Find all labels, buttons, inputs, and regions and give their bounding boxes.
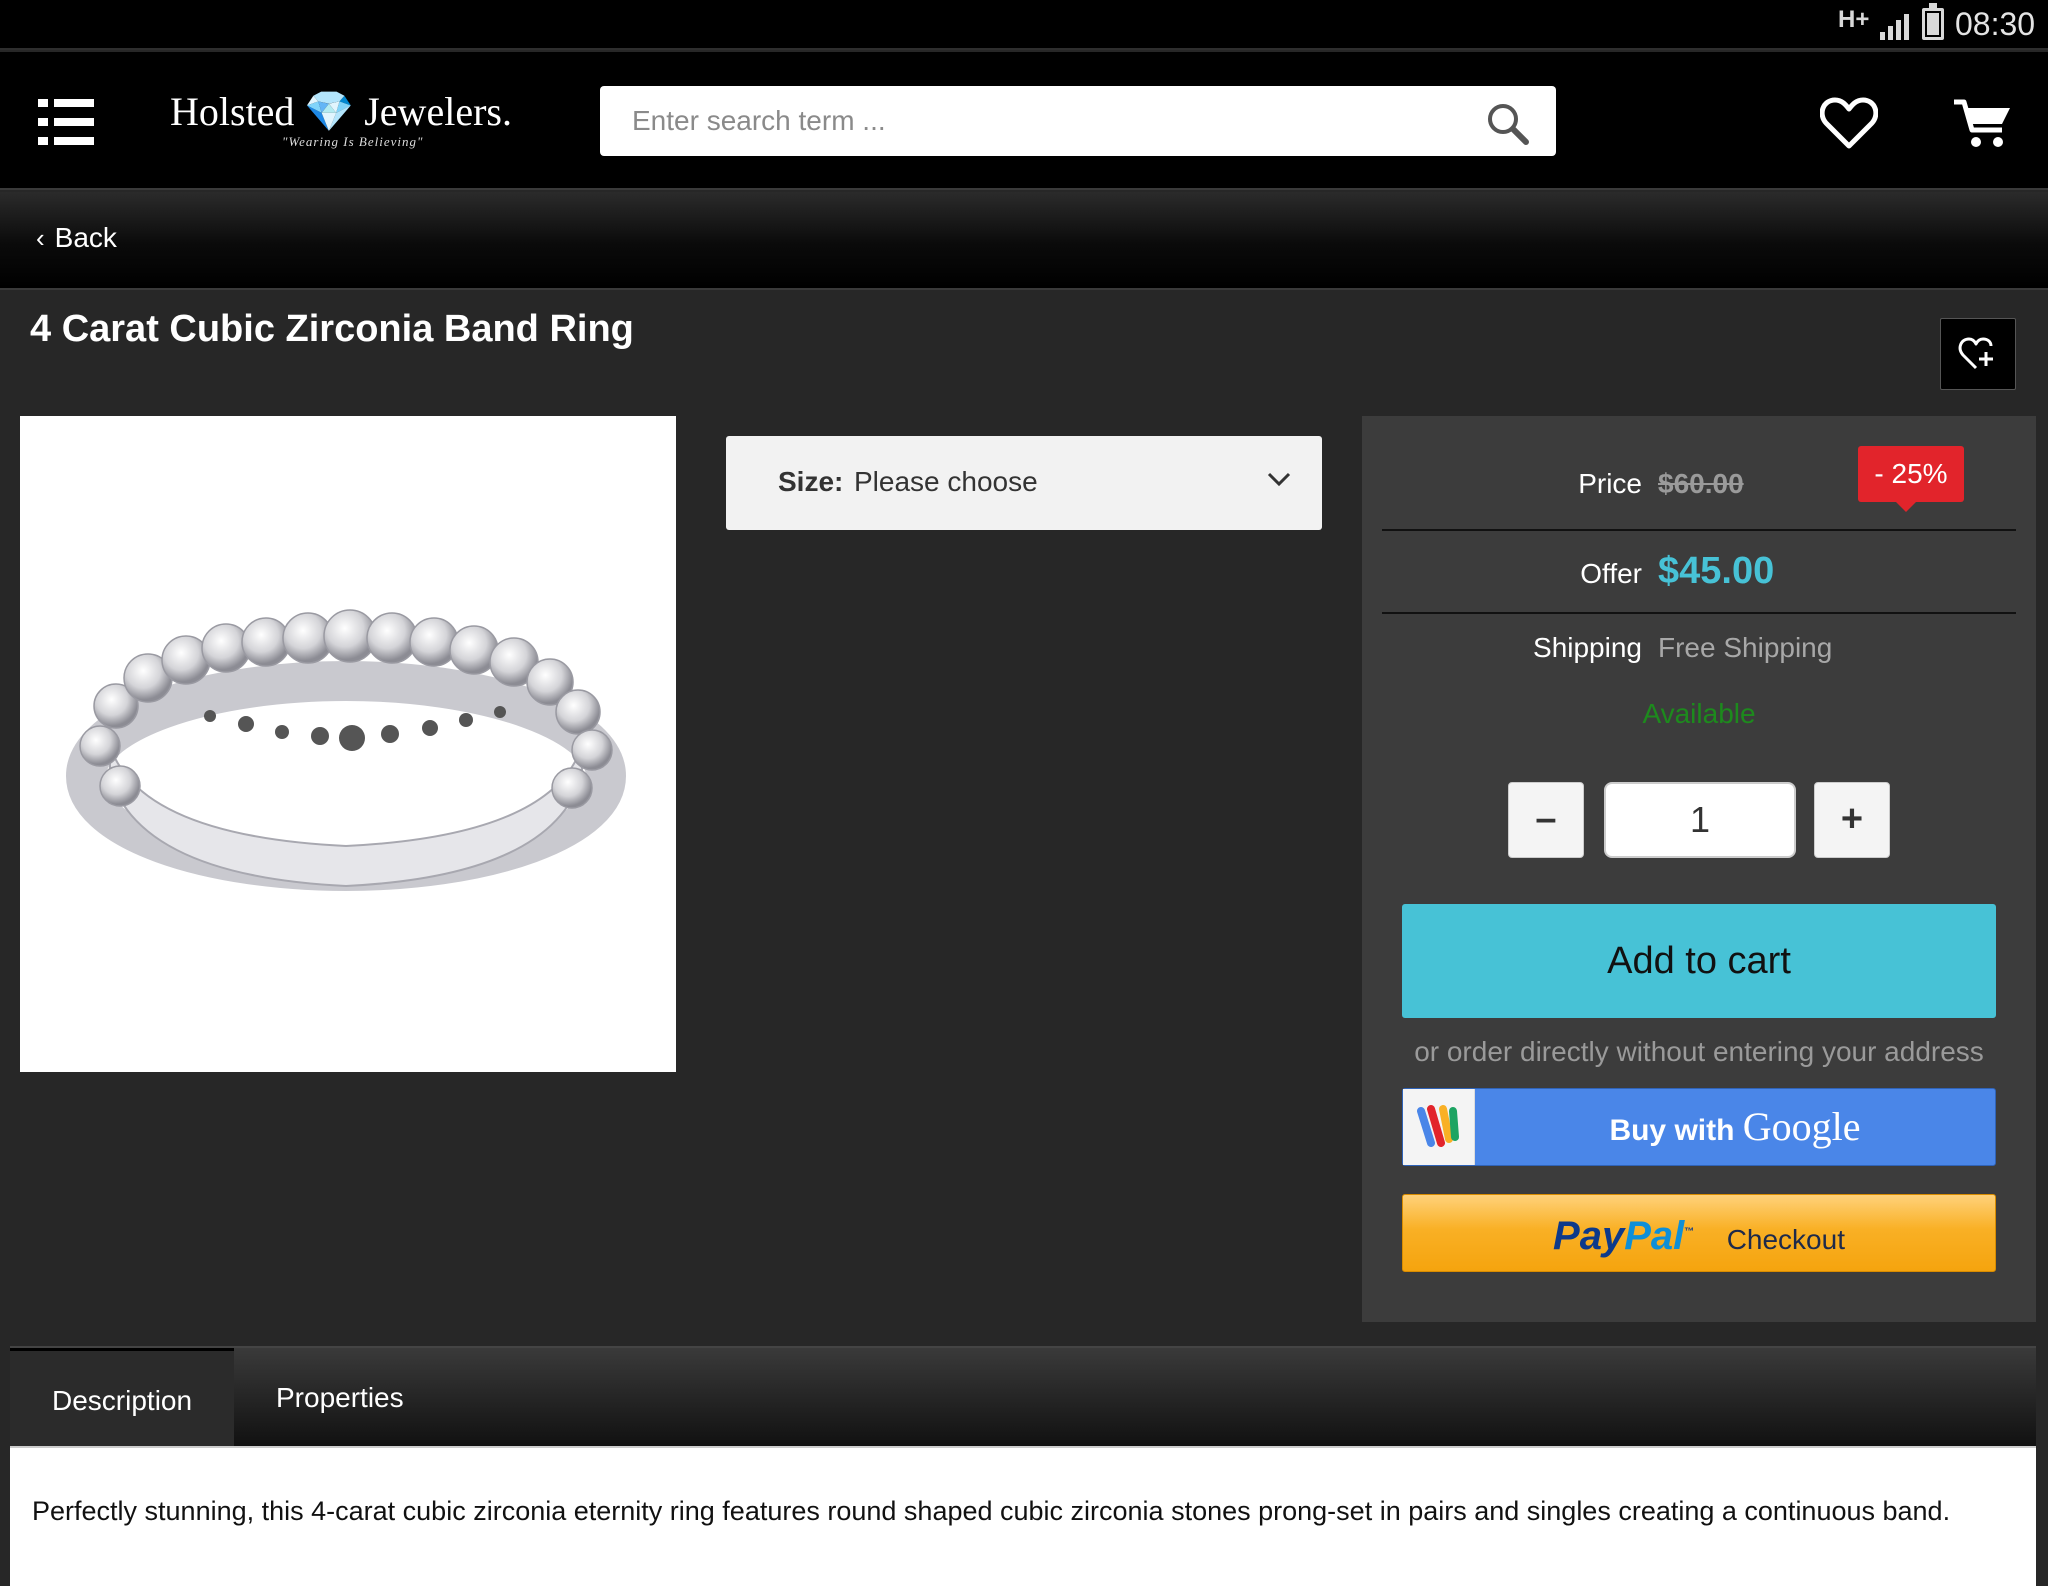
chevron-down-icon [1267,472,1291,487]
product-image[interactable] [20,416,676,1072]
menu-icon[interactable] [38,99,94,145]
paypal-checkout-label: Checkout [1726,1224,1845,1256]
availability-status: Available [1642,698,1756,729]
paypal-logo-pay: Pay [1553,1214,1625,1259]
divider [1382,612,2016,614]
price-label: Price [1578,468,1642,499]
chevron-left-icon: ‹ [36,222,45,253]
app-header: Holsted 💎 Jewelers. "Wearing Is Believin… [0,52,2048,190]
network-indicator: H+ [1838,6,1870,33]
search-input[interactable] [632,86,1452,156]
paypal-logo: PayPal™ [1553,1214,1694,1258]
direct-order-hint: or order directly without entering your … [1414,1036,1984,1067]
quantity-input[interactable]: 1 [1604,782,1796,858]
shipping-label: Shipping [1533,632,1642,663]
quantity-decrease-button[interactable]: – [1508,782,1584,858]
size-value: Please choose [854,466,1038,497]
old-price: $60.00 [1658,468,1744,499]
tab-properties[interactable]: Properties [234,1348,446,1448]
shipping-value: Free Shipping [1658,632,1833,663]
product-tabs: Description Properties [10,1346,2036,1448]
heart-icon[interactable] [1820,96,1878,150]
divider [1382,529,2016,531]
offer-price: $45.00 [1658,550,1775,592]
google-wallet-icon [1403,1089,1475,1165]
size-label: Size: [778,466,844,497]
search-icon[interactable] [1484,100,1532,148]
paypal-trademark: ™ [1684,1227,1695,1238]
cart-icon[interactable] [1952,96,2012,150]
google-button-label: Buy with Google [1475,1089,1995,1165]
paypal-logo-pal: Pal [1624,1214,1685,1259]
logo-tagline: "Wearing Is Believing" [282,134,424,149]
paypal-checkout-button[interactable]: PayPal™ Checkout [1402,1194,1996,1272]
discount-badge: - 25% [1858,446,1964,512]
signal-icon [1880,14,1909,40]
clock: 08:30 [1955,6,2036,42]
store-logo[interactable]: Holsted 💎 Jewelers. "Wearing Is Believin… [170,88,550,158]
search-box [600,86,1556,156]
google-wordmark: Google [1742,1104,1861,1149]
navigation-bar: ‹ Back [0,192,2048,290]
product-description: Perfectly stunning, this 4-carat cubic z… [32,1496,1951,1526]
status-bar: H+ 08:30 [0,0,2048,50]
offer-label: Offer [1580,558,1642,589]
quantity-increase-button[interactable]: + [1814,782,1890,858]
buy-with-google-button[interactable]: Buy with Google [1402,1088,1996,1166]
back-button[interactable]: ‹ Back [36,222,117,254]
product-title: 4 Carat Cubic Zirconia Band Ring [30,308,634,350]
add-to-wishlist-button[interactable] [1940,318,2016,390]
size-select[interactable]: Size: Please choose [726,436,1322,530]
tab-description[interactable]: Description [10,1348,235,1448]
add-to-cart-button[interactable]: Add to cart [1402,904,1996,1018]
battery-icon [1922,3,1944,40]
description-panel: Perfectly stunning, this 4-carat cubic z… [10,1446,2036,1586]
ring-image [66,609,626,891]
purchase-panel: Price $60.00 - 25% Offer $45.00 Shipping… [1362,416,2036,1322]
heart-plus-icon [1958,337,1993,370]
logo-name: Holsted 💎 Jewelers. [170,89,512,134]
google-button-prefix: Buy with [1609,1114,1735,1147]
back-label: Back [54,222,117,253]
